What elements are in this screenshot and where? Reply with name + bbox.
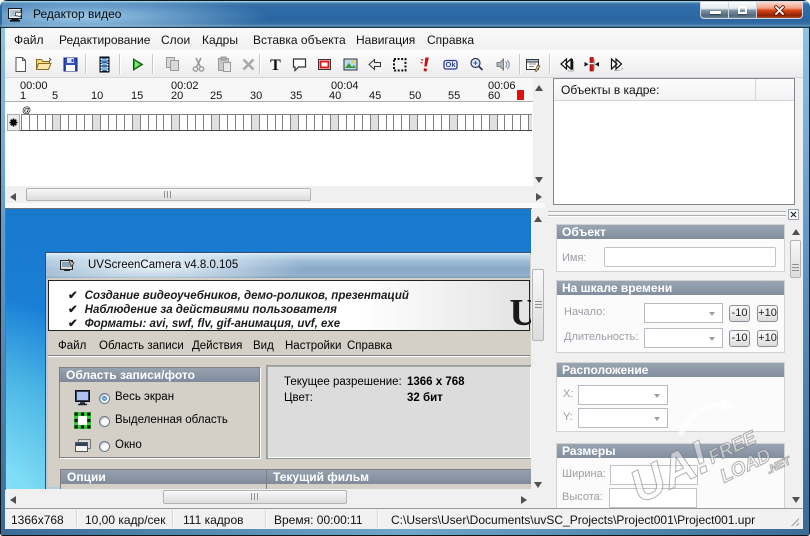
svg-text:T: T [270,57,281,73]
svg-text:Ok: Ok [445,60,456,69]
